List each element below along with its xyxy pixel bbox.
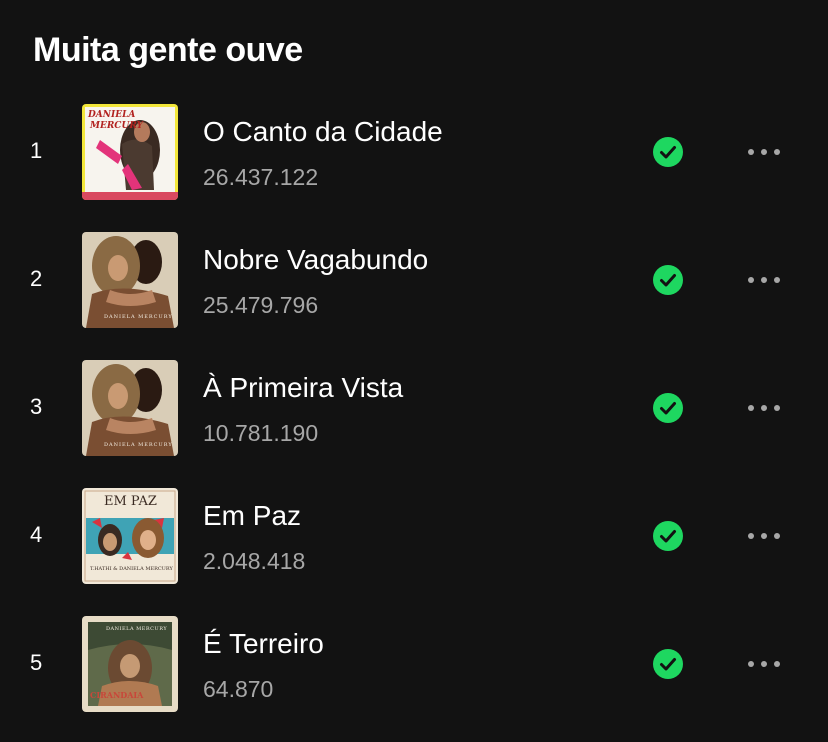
- cover-caption: MERCURY: [90, 121, 143, 131]
- more-options-icon: [761, 277, 767, 283]
- cover-caption: EM PAZ: [104, 494, 157, 509]
- check-circle-icon[interactable]: [653, 521, 683, 551]
- track-play-count: 10.781.190: [203, 420, 319, 446]
- track-row[interactable]: 1 DANIELA MERCURY O Canto da Cidade 26.4…: [0, 90, 828, 218]
- cover-caption: T.HATHI & DANIELA MERCURY: [90, 566, 173, 572]
- more-options-button[interactable]: [738, 646, 790, 682]
- more-options-icon: [748, 149, 754, 155]
- track-row[interactable]: 3 DANIELA MERCURY À Primeira Vista 10.78…: [0, 346, 828, 474]
- more-options-icon: [761, 149, 767, 155]
- more-options-icon: [761, 405, 767, 411]
- album-cover-e-terreiro: DANIELA MERCURY CIRANDAIA: [82, 616, 178, 712]
- track-row[interactable]: 5 DANIELA MERCURY CIRANDAIA É Terreiro 6…: [0, 602, 828, 730]
- check-circle-icon[interactable]: [653, 649, 683, 679]
- more-options-button[interactable]: [738, 390, 790, 426]
- more-options-icon: [774, 405, 780, 411]
- more-options-button[interactable]: [738, 134, 790, 170]
- track-row[interactable]: 4 EM PAZ T.HATHI & DANIELA MERCURY Em Pa…: [0, 474, 828, 602]
- more-options-button[interactable]: [738, 262, 790, 298]
- more-options-icon: [761, 533, 767, 539]
- track-rank: 3: [30, 394, 43, 419]
- section-title: Muita gente ouve: [33, 31, 303, 69]
- cover-caption: CIRANDAIA: [90, 690, 144, 700]
- track-rank: 5: [30, 650, 43, 675]
- track-title[interactable]: O Canto da Cidade: [203, 114, 443, 150]
- more-options-icon: [748, 277, 754, 283]
- cover-caption: DANIELA MERCURY: [104, 314, 173, 320]
- track-title[interactable]: Nobre Vagabundo: [203, 242, 428, 278]
- album-cover-o-canto-da-cidade: DANIELA MERCURY: [82, 104, 178, 200]
- track-rank: 2: [30, 266, 43, 291]
- check-circle-icon[interactable]: [653, 393, 683, 423]
- more-options-button[interactable]: [738, 518, 790, 554]
- track-title[interactable]: Em Paz: [203, 498, 301, 534]
- more-options-icon: [774, 661, 780, 667]
- more-options-icon: [774, 277, 780, 283]
- more-options-icon: [748, 533, 754, 539]
- track-row[interactable]: 2 DANIELA MERCURY Nobre Vagabundo 25.479…: [0, 218, 828, 346]
- track-play-count: 2.048.418: [203, 548, 306, 574]
- album-cover-nobre-vagabundo: DANIELA MERCURY: [82, 232, 178, 328]
- track-title[interactable]: É Terreiro: [203, 626, 324, 662]
- check-circle-icon[interactable]: [653, 137, 683, 167]
- track-title[interactable]: À Primeira Vista: [203, 370, 403, 406]
- track-play-count: 64.870: [203, 676, 274, 702]
- track-play-count: 26.437.122: [203, 164, 319, 190]
- cover-caption: DANIELA MERCURY: [104, 442, 173, 448]
- more-options-icon: [748, 661, 754, 667]
- more-options-icon: [761, 661, 767, 667]
- album-cover-em-paz: EM PAZ T.HATHI & DANIELA MERCURY: [82, 488, 178, 584]
- album-cover-a-primeira-vista: DANIELA MERCURY: [82, 360, 178, 456]
- cover-caption: DANIELA: [88, 110, 136, 120]
- cover-caption: DANIELA MERCURY: [106, 626, 168, 632]
- track-play-count: 25.479.796: [203, 292, 319, 318]
- check-circle-icon[interactable]: [653, 265, 683, 295]
- more-options-icon: [774, 533, 780, 539]
- track-rank: 1: [30, 138, 43, 163]
- track-rank: 4: [30, 522, 43, 547]
- more-options-icon: [774, 149, 780, 155]
- popular-tracks-list: 1 DANIELA MERCURY O Canto da Cidade 26.4…: [0, 90, 828, 730]
- more-options-icon: [748, 405, 754, 411]
